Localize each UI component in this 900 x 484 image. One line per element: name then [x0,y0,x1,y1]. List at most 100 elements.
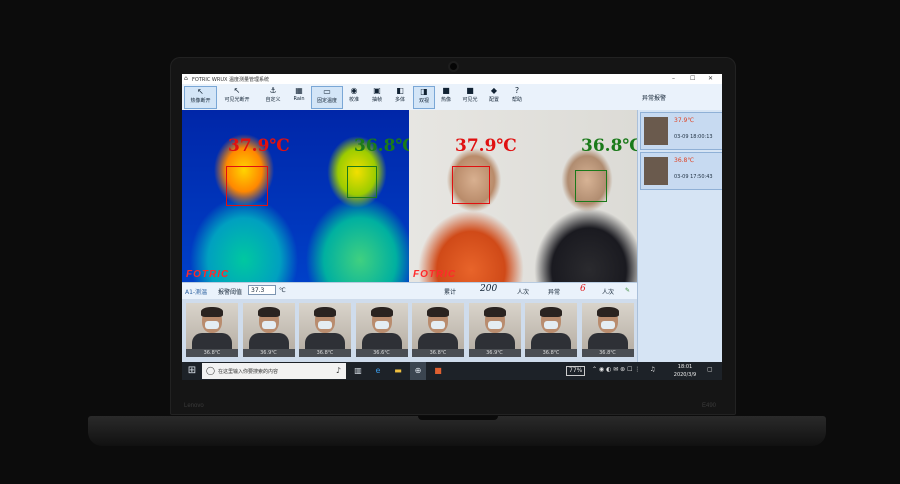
visible-view[interactable]: 37.9℃ 36.8℃ FOTRIC [409,110,637,282]
capture-thumbnail[interactable]: 36.8℃ [525,303,577,357]
threshold-input[interactable]: 37.3 [248,285,276,295]
capture-thumbnail[interactable]: 36.8℃ [581,303,634,357]
capture-thumbnail[interactable]: 36.9℃ [242,303,295,357]
toolbar-label: 热像 [440,97,451,103]
toolbar-label: 固定温度 [316,98,337,104]
toolbar-button[interactable]: ? 帮助 [507,86,527,107]
search-placeholder: 在这里输入你要搜索的内容 [218,369,279,375]
app2-task-icon[interactable]: ■ [430,362,446,380]
toolbar-button[interactable]: ◨ 双视 [413,86,435,109]
laptop-brand: Lenovo [184,403,204,409]
toolbar-button[interactable]: ■ 热像 [436,86,456,107]
toolbar-icon: ◆ [490,86,498,95]
capture-photo [412,303,464,349]
alarm-item[interactable]: 36.8℃ 03-09 17:50:43 [640,152,722,190]
alarm-panel-title: 异常报警 [642,95,667,102]
thermal-temp-2: 36.8℃ [354,136,409,156]
toolbar-button[interactable]: ◧ 多体 [390,86,410,107]
thermal-brand-watermark: FOTRIC [186,269,230,280]
toolbar-label: 热像断开 [190,98,211,104]
visible-temp-2: 36.8℃ [581,136,637,156]
alarm-time: 03-09 18:00:13 [674,134,713,140]
minimize-button[interactable]: – [672,75,675,82]
capture-thumbnail[interactable]: 36.8℃ [412,303,464,357]
toolbar-button[interactable]: ▣ 抽帧 [367,86,387,107]
tray-icons[interactable]: ⌃ ◉ ◐ ✉ ⊛ ☐ ⋮ [592,366,640,373]
laptop-base [88,416,826,446]
face-box [452,166,490,204]
capture-temp: 36.8℃ [581,349,634,357]
total-unit: 人次 [517,289,530,296]
windows-start-icon[interactable]: ⊞ [184,362,200,380]
toolbar-icon: ◉ [350,86,358,95]
toolbar-label: 帮助 [511,97,522,103]
toolbar-label: 抽帧 [371,97,382,103]
app-screen: ⌂ FOTRIC WRUX 温度测量管理系统 – ☐ ✕ ↖ 热像断开 ↖ 可见光断开… [182,74,722,380]
battery-indicator[interactable]: 77% [566,366,586,376]
toolbar-button[interactable]: ⚓ 自定义 [259,86,287,107]
alarm-time: 03-09 17:50:43 [674,174,713,180]
toolbar-button[interactable]: ■ 可见光 [459,86,481,107]
capture-photo [355,303,408,349]
taskbar-clock[interactable]: 18:01 2020/3/9 [670,363,700,379]
capture-thumbnail[interactable]: 36.6℃ [355,303,408,357]
status-bar: A1-测温 报警阈值 37.3 ℃ 累计 200 人次 异常 6 人次 ✎ [182,282,637,300]
toolbar-icon: ◧ [396,86,404,95]
clear-icon[interactable]: ✎ [625,287,630,294]
thermal-view[interactable]: 37.9℃ 36.8℃ FOTRIC [182,110,409,282]
toolbar-button[interactable]: ▭ 固定温度 [311,86,343,109]
task-view-icon[interactable]: ▥ [350,362,366,380]
file-explorer-icon[interactable]: ▬ [390,362,406,380]
microphone-icon[interactable]: ♪ [336,366,341,375]
capture-photo [525,303,577,349]
alarm-temp: 36.8℃ [674,157,695,164]
capture-strip: 36.8℃ 36.9℃ 36.8℃ 36.6℃ 36.8℃ 36.9℃ 36.8℃ 36.8℃ [182,299,637,362]
capture-thumbnail[interactable]: 36.9℃ [468,303,521,357]
toolbar-button[interactable]: ↖ 可见光断开 [218,86,256,107]
edge-icon[interactable]: e [370,362,386,380]
capture-photo [186,303,238,349]
capture-photo [468,303,521,349]
app-task-icon[interactable]: ⊕ [410,362,426,380]
toolbar-label: 可见光 [462,97,478,103]
abnormal-label: 异常 [548,289,561,296]
capture-temp: 36.6℃ [355,349,408,357]
alarm-item[interactable]: 37.9℃ 03-09 18:00:13 [640,112,722,150]
title-bar: ⌂ FOTRIC WRUX 温度测量管理系统 – ☐ ✕ [182,74,722,84]
toolbar-button[interactable]: ◉ 校准 [344,86,364,107]
toolbar-label: 配置 [488,97,499,103]
toolbar-button[interactable]: ↖ 热像断开 [184,86,217,109]
capture-thumbnail[interactable]: 36.8℃ [186,303,238,357]
capture-temp: 36.9℃ [242,349,295,357]
toolbar-label: Rain [293,96,305,102]
face-box [226,166,268,206]
capture-thumbnail[interactable]: 36.8℃ [299,303,351,357]
alarm-panel: 37.9℃ 03-09 18:00:13 36.8℃ 03-09 17:50:43 [637,110,722,362]
toolbar-label: 多体 [394,97,405,103]
taskbar-search[interactable]: ◯ 在这里输入你要搜索的内容 ♪ [202,363,346,379]
threshold-unit: ℃ [279,287,286,294]
close-button[interactable]: ✕ [708,75,713,82]
toolbar-label: 自定义 [265,97,281,103]
toolbar-icon: ◨ [420,87,428,96]
toolbar-button[interactable]: ▦ Rain [290,86,308,107]
capture-photo [242,303,295,349]
visible-temp-1: 37.9℃ [455,136,517,156]
toolbar-icon: ■ [442,86,450,95]
visible-brand-watermark: FOTRIC [413,269,457,280]
toolbar-button[interactable]: ◆ 配置 [484,86,504,107]
toolbar-icon: ↖ [197,87,204,96]
maximize-button[interactable]: ☐ [690,75,695,82]
abnormal-count: 6 [580,284,586,294]
laptop-model: E490 [701,403,716,409]
app-icon: ⌂ [184,75,188,82]
face-box [575,170,607,202]
volume-icon[interactable]: ♫ [650,366,655,373]
toolbar-label: 双视 [418,98,429,104]
notifications-icon[interactable]: ▢ [707,366,713,373]
clock-time: 18:01 [677,364,693,370]
clock-date: 2020/3/9 [673,372,697,378]
webcam [450,63,457,70]
capture-photo [581,303,634,349]
alarm-face-photo [644,117,668,145]
